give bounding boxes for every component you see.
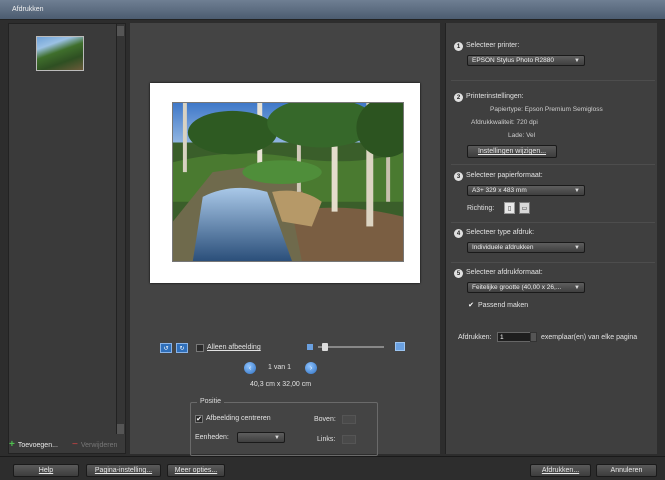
rotate-right-icon[interactable]: ↻ bbox=[176, 343, 188, 353]
units-label: Eenheden: bbox=[195, 434, 229, 441]
help-button[interactable]: Help bbox=[13, 464, 79, 477]
paper-size-select[interactable]: A3+ 329 x 483 mm ▼ bbox=[467, 185, 585, 196]
page-setup-button[interactable]: Pagina-instelling... bbox=[86, 464, 161, 477]
only-image-checkbox[interactable] bbox=[196, 344, 204, 352]
select-print-type-label: Selecteer type afdruk: bbox=[466, 229, 535, 236]
position-group bbox=[190, 402, 378, 456]
chevron-down-icon: ▼ bbox=[574, 245, 580, 251]
remove-label: Verwijderen bbox=[80, 441, 118, 449]
zoom-in-icon[interactable] bbox=[395, 342, 405, 351]
step-4-badge: 4 bbox=[454, 229, 463, 238]
select-printer-label: Selecteer printer: bbox=[466, 42, 520, 49]
portrait-icon[interactable]: ▯ bbox=[504, 202, 515, 214]
plus-icon: + bbox=[9, 439, 15, 450]
fit-label: Passend maken bbox=[478, 302, 529, 309]
divider bbox=[451, 222, 655, 223]
page-indicator: 1 van 1 bbox=[268, 364, 291, 371]
center-image-checkbox[interactable]: ✔ bbox=[195, 415, 203, 423]
copies-suffix: exemplaar(en) van elke pagina bbox=[541, 334, 638, 341]
select-print-size-label: Selecteer afdrukformaat: bbox=[466, 269, 543, 276]
step-2-badge: 2 bbox=[454, 93, 463, 102]
left-input[interactable] bbox=[342, 435, 356, 444]
chevron-down-icon: ▼ bbox=[574, 188, 580, 194]
title-bar bbox=[0, 0, 665, 20]
next-page-icon[interactable]: › bbox=[305, 362, 317, 374]
print-quality-value: Afdrukkwaliteit: 720 dpi bbox=[471, 119, 538, 126]
step-1-badge: 1 bbox=[454, 42, 463, 51]
photo-thumbnail[interactable] bbox=[36, 36, 84, 71]
scroll-up-arrow[interactable] bbox=[117, 26, 124, 36]
cancel-button[interactable]: Annuleren bbox=[596, 464, 657, 477]
landscape-icon[interactable]: ▭ bbox=[519, 202, 530, 214]
more-options-button[interactable]: Meer opties... bbox=[167, 464, 225, 477]
step-5-badge: 5 bbox=[454, 269, 463, 278]
change-settings-button[interactable]: Instellingen wijzigen... bbox=[467, 145, 557, 158]
chevron-down-icon: ▼ bbox=[274, 435, 280, 441]
previous-page-icon[interactable]: ‹ bbox=[244, 362, 256, 374]
window-title: Afdrukken bbox=[12, 6, 44, 13]
zoom-slider-handle[interactable] bbox=[322, 343, 328, 351]
only-image-label: Alleen afbeelding bbox=[207, 344, 261, 351]
scroll-down-arrow[interactable] bbox=[117, 424, 124, 434]
photo-preview bbox=[172, 102, 404, 262]
zoom-out-icon[interactable] bbox=[307, 344, 313, 350]
chevron-down-icon: ▼ bbox=[574, 58, 580, 64]
print-type-select[interactable]: Individuele afdrukken ▼ bbox=[467, 242, 585, 253]
fit-checkbox[interactable]: ✔ bbox=[467, 301, 475, 309]
printer-settings-label: Printerinstellingen: bbox=[466, 93, 524, 100]
rotate-left-icon[interactable]: ↺ bbox=[160, 343, 172, 353]
add-button[interactable]: + Toevoegen... bbox=[9, 439, 58, 451]
left-label: Links: bbox=[317, 436, 336, 443]
copies-label: Afdrukken: bbox=[458, 334, 492, 341]
center-image-label: Afbeelding centreren bbox=[206, 415, 271, 422]
minus-icon: − bbox=[72, 439, 78, 450]
paper-type-value: Papiertype: Epson Premium Semigloss bbox=[490, 106, 603, 113]
top-input[interactable] bbox=[342, 415, 356, 424]
print-size-select[interactable]: Feitelijke grootte (40,00 x 26,... ▼ bbox=[467, 282, 585, 293]
orientation-label: Richting: bbox=[467, 205, 495, 212]
chevron-down-icon: ▼ bbox=[574, 285, 580, 291]
add-label: Toevoegen... bbox=[17, 441, 58, 449]
thumbnail-panel bbox=[8, 23, 126, 454]
tray-value: Lade: Vel bbox=[508, 132, 536, 139]
step-3-badge: 3 bbox=[454, 172, 463, 181]
thumbnail-scrollbar[interactable] bbox=[116, 24, 125, 434]
print-dimensions: 40,3 cm x 32,00 cm bbox=[250, 381, 312, 388]
settings-panel bbox=[445, 23, 657, 454]
divider bbox=[451, 262, 655, 263]
top-label: Boven: bbox=[314, 416, 336, 423]
position-legend: Positie bbox=[197, 398, 225, 405]
print-button[interactable]: Afdrukken... bbox=[530, 464, 591, 477]
divider bbox=[451, 164, 655, 165]
printer-select[interactable]: EPSON Stylus Photo R2880 ▼ bbox=[467, 55, 585, 66]
copies-stepper[interactable] bbox=[530, 332, 537, 342]
units-select[interactable]: ▼ bbox=[237, 432, 285, 443]
select-paper-size-label: Selecteer papierformaat: bbox=[466, 172, 543, 179]
remove-button[interactable]: − Verwijderen bbox=[72, 439, 117, 451]
divider bbox=[451, 80, 655, 81]
